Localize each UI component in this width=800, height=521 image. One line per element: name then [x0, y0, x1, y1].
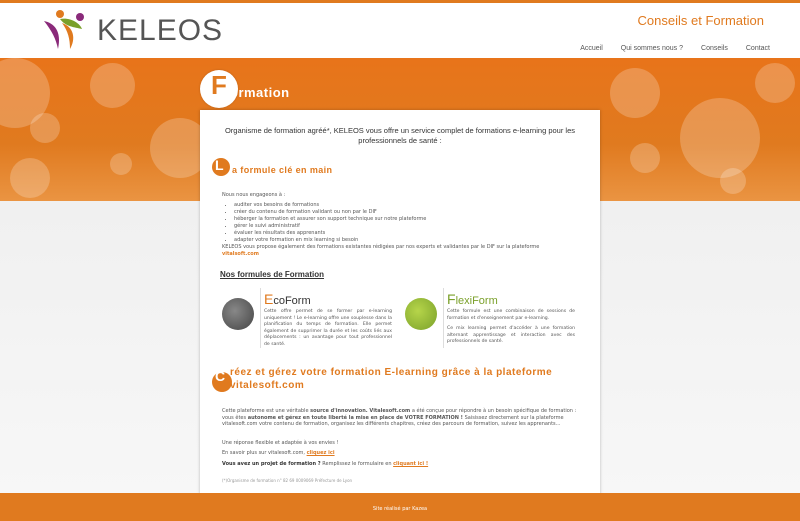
- platform-text-strong: source d'innovation. Vitalesoft.com: [310, 408, 411, 414]
- decor-bubble: [30, 113, 60, 143]
- flexiform-title-initial: F: [447, 291, 456, 307]
- nav-item-accueil[interactable]: Accueil: [580, 45, 603, 52]
- formule-extra-text: KELEOS vous propose également des format…: [222, 244, 540, 250]
- platform-title-initial: C: [215, 368, 226, 384]
- project-text: Remplissez le formulaire en: [322, 461, 392, 467]
- card-divider: [260, 288, 261, 348]
- piggy-bank-icon: [222, 298, 254, 330]
- formule-title: a formule clé en main: [232, 165, 333, 175]
- formule-extra: KELEOS vous propose également des format…: [222, 244, 582, 258]
- platform-flexible: Une réponse flexible et adaptée à vos en…: [222, 440, 339, 446]
- ecoform-title-rest: coForm: [273, 295, 311, 307]
- card-divider: [443, 288, 444, 348]
- platform-title: réez et gérez votre formation E-learning…: [230, 367, 553, 391]
- decor-bubble: [680, 98, 760, 178]
- list-item: créer du contenu de formation validant o…: [234, 209, 582, 216]
- list-item: héberger la formation et assurer son sup…: [234, 216, 582, 223]
- page-title: ormation: [230, 85, 290, 100]
- legal-note: (*)Organisme de formation n° 82 69 00090…: [222, 478, 353, 483]
- list-item: auditer vos besoins de formations: [234, 202, 582, 209]
- decor-bubble: [610, 68, 660, 118]
- platform-text-strong: autonome et gérez en toute liberté la mi…: [247, 414, 463, 421]
- platform-more: En savoir plus sur vitalesoft.com, cliqu…: [222, 450, 578, 457]
- nav-item-conseils[interactable]: Conseils: [701, 45, 728, 52]
- page-title-initial: F: [211, 70, 227, 100]
- brand-tagline: Conseils et Formation: [637, 13, 764, 28]
- flexiform-title-rest: lexiForm: [455, 295, 498, 307]
- form-link[interactable]: cliquant ici !: [393, 461, 428, 467]
- intro-text: Organisme de formation agréé*, KELEOS vo…: [224, 126, 576, 145]
- decor-bubble: [755, 63, 795, 103]
- decor-bubble: [90, 63, 135, 108]
- ecoform-title: EcoForm: [264, 291, 311, 307]
- main-nav: Accueil Qui sommes nous ? Conseils Conta…: [580, 45, 770, 52]
- list-item: gérer le suivi administratif: [234, 223, 582, 230]
- site-footer: Site réalisé par Kazea: [0, 493, 800, 521]
- formule-title-initial: L: [215, 157, 224, 173]
- ecoform-title-initial: E: [264, 291, 274, 307]
- brand-name: KELEOS: [97, 14, 224, 47]
- formule-list: auditer vos besoins de formations créer …: [222, 202, 582, 244]
- flexiform-text-1: Cette formule est une combinaison de ses…: [447, 309, 575, 321]
- list-item: évaluer les résultats des apprenants: [234, 230, 582, 237]
- site-header: KELEOS Conseils et Formation Accueil Qui…: [0, 3, 800, 58]
- platform-project: Vous avez un projet de formation ? Rempl…: [222, 461, 578, 468]
- vitalsoft-link[interactable]: vitalsoft.com: [222, 251, 582, 258]
- nav-item-qui-sommes-nous[interactable]: Qui sommes nous ?: [621, 45, 683, 52]
- decor-bubble: [720, 168, 746, 194]
- decor-bubble: [630, 143, 660, 173]
- decor-bubble: [10, 158, 50, 198]
- spring-icon: [405, 298, 437, 330]
- learn-more-link[interactable]: cliquez ici: [307, 450, 335, 456]
- platform-more-text: En savoir plus sur vitalesoft.com,: [222, 450, 305, 456]
- platform-text: Cette plateforme est une véritable: [222, 408, 309, 414]
- content-panel: Organisme de formation agréé*, KELEOS vo…: [200, 110, 600, 495]
- flexiform-text-2: Ce mix learning permet d'accéder à une f…: [447, 326, 575, 344]
- formules-subtitle: Nos formules de Formation: [220, 270, 325, 279]
- footer-credit[interactable]: Site réalisé par Kazea: [0, 506, 800, 512]
- platform-paragraph: Cette plateforme est une véritable sourc…: [222, 408, 578, 428]
- nav-item-contact[interactable]: Contact: [746, 45, 770, 52]
- project-question: Vous avez un projet de formation ?: [222, 461, 321, 467]
- flexiform-title: FlexiForm: [447, 291, 498, 307]
- formule-lead: Nous nous engageons à :: [222, 192, 286, 198]
- ecoform-text: Cette offre permet de se former par e-le…: [264, 309, 392, 347]
- decor-bubble: [110, 153, 132, 175]
- formule-body: Nous nous engageons à : auditer vos beso…: [222, 192, 582, 258]
- flexiform-text: Cette formule est une combinaison de ses…: [447, 309, 575, 346]
- list-item: adapter votre formation en mix learning …: [234, 237, 582, 244]
